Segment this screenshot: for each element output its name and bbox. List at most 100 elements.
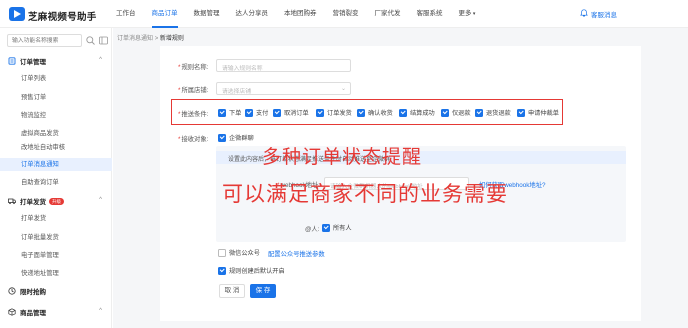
at-checkbox-all[interactable]: 所有人 — [322, 223, 352, 232]
shop-label: *所属店铺: — [178, 85, 208, 94]
checkbox-checked-icon — [316, 108, 324, 117]
receiver-checkbox-wecom-group[interactable]: 企微群聊 — [218, 133, 254, 142]
trigger-checkbox-order[interactable]: 下单 — [218, 108, 241, 117]
trigger-checkbox-label: 取消订单 — [284, 110, 309, 117]
at-label: @人: — [305, 226, 320, 233]
messages-button[interactable]: 客服消息 — [580, 9, 617, 19]
sidebar-item-waybill-management[interactable]: 电子面单管理 — [0, 249, 112, 262]
trigger-label: *推送条件: — [178, 109, 208, 118]
nav-more-label: 更多 — [458, 10, 472, 17]
sidebar-item-logistics-monitor[interactable]: 物流监控 — [0, 109, 112, 122]
caret-down-icon: ▾ — [471, 11, 476, 17]
trigger-checkbox-label: 仅退款 — [452, 110, 471, 117]
sidebar-group-flash-sale[interactable]: 限时抢购 — [0, 284, 112, 298]
chevron-up-icon: ^ — [99, 197, 102, 203]
promo-overlay-line1: 多种订单状态提醒 — [262, 146, 423, 168]
box-icon — [8, 308, 16, 316]
checkbox-checked-icon — [517, 108, 525, 117]
bell-icon — [580, 9, 588, 19]
sidebar-item-self-query[interactable]: 自助查询订单 — [0, 176, 112, 189]
sidebar-group-product-management[interactable]: 商品管理 ^ — [0, 305, 112, 319]
trigger-checkbox-refund-only[interactable]: 仅退款 — [441, 108, 471, 117]
checkbox-checked-icon — [218, 266, 226, 275]
chevron-up-icon: ^ — [99, 57, 102, 63]
search-icon[interactable] — [85, 35, 96, 46]
collapse-sidebar-icon[interactable] — [98, 35, 109, 46]
sidebar-item-address-review[interactable]: 改地址自动审核 — [0, 141, 112, 154]
sidebar-item-order-list[interactable]: 订单列表 — [0, 72, 112, 85]
default-enabled-label: 规则创建后默认开启 — [229, 268, 285, 275]
nav-workbench[interactable]: 工作台 — [108, 0, 144, 28]
trigger-checkbox-label: 下单 — [229, 110, 242, 117]
sidebar-group-order-management[interactable]: 订单管理 ^ — [0, 54, 112, 68]
sidebar-group-label: 订单管理 — [20, 59, 46, 66]
trigger-checkbox-return-refund[interactable]: 退货退款 — [475, 108, 511, 117]
sidebar-item-print-ship[interactable]: 打单发货 — [0, 212, 112, 225]
wechat-config-link[interactable]: 配置公众号推送参数 — [268, 249, 325, 258]
receiver-label: *接收对象: — [178, 134, 208, 143]
app-title: 芝麻视频号助手 — [28, 12, 97, 23]
checkbox-checked-icon — [322, 223, 330, 232]
order-icon — [8, 57, 16, 65]
nav-marketing[interactable]: 营销裂变 — [325, 0, 367, 28]
nav-customer-service[interactable]: 客服系统 — [409, 0, 451, 28]
checkbox-checked-icon — [441, 108, 449, 117]
sidebar-item-express-address[interactable]: 快递地址管理 — [0, 267, 112, 280]
trigger-label-text: 推送条件: — [181, 111, 209, 118]
nav-sharers[interactable]: 达人分享员 — [228, 0, 277, 28]
checkbox-unchecked-icon — [218, 248, 226, 257]
sidebar-item-batch-ship[interactable]: 订单批量发货 — [0, 231, 112, 244]
save-button[interactable]: 保 存 — [250, 284, 276, 298]
shop-placeholder: 请选择店铺 — [222, 89, 251, 95]
sidebar-group-print-shipping[interactable]: 打单发货 升级 ^ — [0, 194, 112, 208]
sidebar-search-input[interactable] — [7, 34, 82, 47]
chevron-down-icon: ⌄ — [340, 86, 346, 92]
trigger-checkbox-pay[interactable]: 支付 — [245, 108, 268, 117]
trigger-checkbox-confirm-receipt[interactable]: 确认收货 — [357, 108, 393, 117]
clock-icon — [8, 287, 16, 295]
nav-local-coupons[interactable]: 本地团购券 — [276, 0, 325, 28]
rule-name-label: *规则名称: — [178, 62, 208, 71]
receiver-checkbox-wechat-official[interactable]: 微信公众号 — [218, 248, 260, 257]
shop-label-text: 所属店铺: — [181, 87, 209, 94]
nav-data-management[interactable]: 数据管理 — [186, 0, 228, 28]
cancel-button[interactable]: 取 消 — [219, 284, 245, 298]
trigger-checkbox-label: 退货退款 — [486, 110, 511, 117]
trigger-checkbox-settled[interactable]: 结算成功 — [399, 108, 435, 117]
breadcrumb-parent[interactable]: 订单消息通知 — [117, 36, 153, 42]
wechat-option-label: 微信公众号 — [229, 250, 260, 257]
default-enabled-checkbox[interactable]: 规则创建后默认开启 — [218, 266, 285, 275]
upgrade-badge: 升级 — [49, 197, 64, 205]
rule-name-input[interactable]: 请输入规则名称 — [216, 59, 351, 72]
trigger-checkbox-label: 订单发货 — [327, 110, 352, 117]
rule-name-placeholder: 请输入规则名称 — [222, 66, 263, 72]
breadcrumb-separator: > — [154, 36, 159, 42]
trigger-checkbox-label: 结算成功 — [410, 110, 435, 117]
receiver-option-label: 企微群聊 — [229, 135, 254, 142]
receiver-label-text: 接收对象: — [181, 136, 209, 143]
checkbox-checked-icon — [399, 108, 407, 117]
trigger-checkbox-ship[interactable]: 订单发货 — [316, 108, 352, 117]
rule-name-label-text: 规则名称: — [181, 64, 209, 71]
sidebar-item-order-notifications[interactable]: 订单消息通知 — [0, 158, 112, 171]
sidebar-item-virtual-shipping[interactable]: 虚拟商品发货 — [0, 127, 112, 140]
checkbox-checked-icon — [218, 133, 226, 142]
promo-overlay-line2: 可以满足商家不同的业务需要 — [222, 182, 508, 206]
trigger-checkbox-cancel[interactable]: 取消订单 — [273, 108, 309, 117]
shop-select[interactable]: 请选择店铺 ⌄ — [216, 82, 351, 95]
breadcrumb-current: 新增规则 — [159, 36, 184, 42]
trigger-checkbox-label: 申请仲裁单 — [528, 110, 559, 117]
truck-icon — [8, 197, 16, 205]
sidebar-group-label: 商品管理 — [20, 310, 46, 317]
checkbox-checked-icon — [245, 108, 253, 117]
nav-product-orders[interactable]: 商品订单 — [144, 0, 186, 28]
messages-label: 客服消息 — [591, 12, 617, 19]
sidebar-item-presale-orders[interactable]: 预售订单 — [0, 91, 112, 104]
breadcrumb: 订单消息通知 > 新增规则 — [117, 33, 184, 42]
trigger-checkbox-arbitration[interactable]: 申请仲裁单 — [517, 108, 559, 117]
checkbox-checked-icon — [475, 108, 483, 117]
checkbox-checked-icon — [357, 108, 365, 117]
nav-more[interactable]: 更多 ▾ — [451, 0, 484, 28]
top-nav: 工作台 商品订单 数据管理 达人分享员 本地团购券 营销裂变 厂家代发 客服系统… — [108, 0, 483, 28]
nav-dropship[interactable]: 厂家代发 — [367, 0, 409, 28]
